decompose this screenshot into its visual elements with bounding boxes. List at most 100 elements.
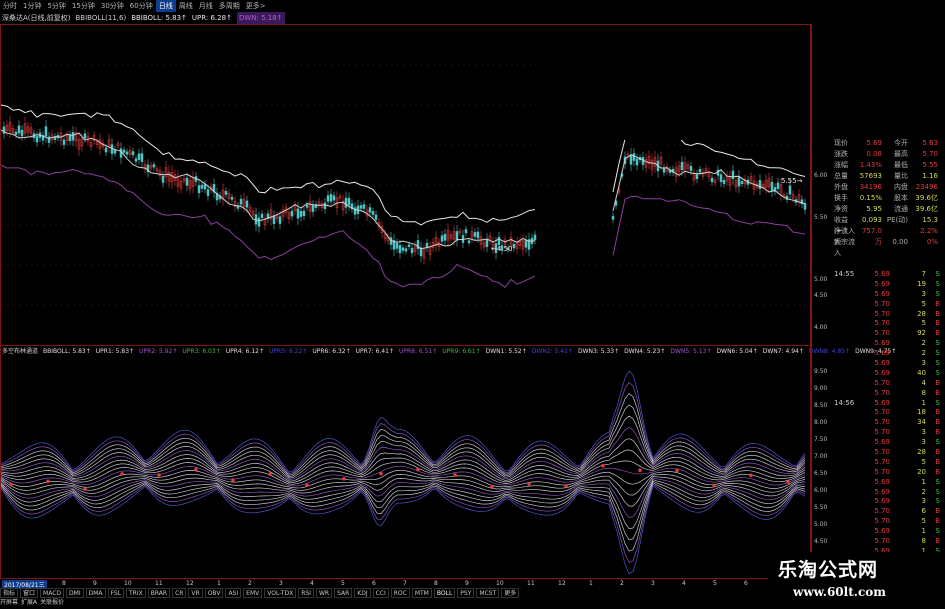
period-tab-9[interactable]: 多周期 bbox=[216, 0, 243, 12]
indicator-tab-rsi[interactable]: RSI bbox=[298, 588, 314, 598]
indicator-tab-mcst[interactable]: MCST bbox=[476, 588, 500, 598]
quote-k: 净资 bbox=[834, 205, 848, 213]
indicator-tab-roc[interactable]: ROC bbox=[390, 588, 410, 598]
tick-p: 5.69 bbox=[874, 527, 890, 536]
candle-body bbox=[698, 169, 702, 173]
tick-q: 18 bbox=[917, 408, 926, 417]
period-tab-1[interactable]: 1分钟 bbox=[20, 0, 44, 12]
indicator-tab-cr[interactable]: CR bbox=[172, 588, 187, 598]
candle-body bbox=[443, 233, 447, 241]
indicator-tab-asi[interactable]: ASI bbox=[225, 588, 242, 598]
candle-body bbox=[245, 200, 249, 208]
indicator-tab-obv[interactable]: OBV bbox=[204, 588, 224, 598]
quote-k2: 今开 bbox=[894, 139, 908, 147]
quote-v: 757.0万 bbox=[861, 227, 882, 246]
indicator-tab-emv[interactable]: EMV bbox=[243, 588, 263, 598]
candle-body bbox=[740, 181, 744, 184]
candle-body bbox=[362, 204, 366, 209]
tick-p: 5.69 bbox=[874, 349, 890, 358]
last-price-label: 5.55→ bbox=[781, 177, 803, 185]
candle-body bbox=[398, 245, 402, 254]
candle-body bbox=[203, 184, 207, 190]
candle-body bbox=[533, 234, 537, 241]
signal-marker bbox=[786, 480, 790, 484]
candle-body bbox=[353, 207, 357, 215]
period-tab-2[interactable]: 5分钟 bbox=[44, 0, 68, 12]
date-axis-label: 12 bbox=[186, 580, 194, 587]
quote-k2: 流通 bbox=[894, 205, 908, 213]
candle-body bbox=[329, 194, 333, 202]
period-tab-3[interactable]: 15分钟 bbox=[69, 0, 98, 12]
quote-v: 1.43% bbox=[859, 161, 882, 169]
indicator-tab-boll[interactable]: BOLL bbox=[433, 588, 456, 598]
indicator-tab-指标[interactable]: 指标 bbox=[0, 588, 19, 598]
tick-p: 5.70 bbox=[874, 388, 890, 397]
candle-body bbox=[512, 244, 516, 249]
chart-blank-area bbox=[537, 25, 811, 140]
tick-q: 3 bbox=[921, 497, 926, 506]
period-tab-8[interactable]: 月线 bbox=[196, 0, 216, 12]
indicator-tab-vol-tdx[interactable]: VOL-TDX bbox=[264, 588, 297, 598]
indicator-tab-窗口[interactable]: 窗口 bbox=[20, 588, 39, 598]
indicator-tab-kdj[interactable]: KDJ bbox=[354, 588, 371, 598]
candle-body bbox=[332, 195, 336, 201]
tick-t bbox=[834, 300, 862, 310]
tick-t bbox=[834, 389, 862, 399]
indicator-tab-dmi[interactable]: DMI bbox=[66, 588, 84, 598]
candle-body bbox=[473, 232, 477, 237]
period-tab-4[interactable]: 30分钟 bbox=[98, 0, 127, 12]
tick-q: 5 bbox=[921, 457, 926, 466]
period-tab-5[interactable]: 60分钟 bbox=[127, 0, 156, 12]
bottom-tab[interactable]: 关联报价 bbox=[40, 598, 64, 608]
indicator-tab-更多[interactable]: 更多 bbox=[501, 588, 520, 598]
tick-q: 5 bbox=[921, 299, 926, 308]
candle-body bbox=[239, 198, 243, 205]
signal-marker bbox=[120, 472, 124, 476]
indicator-tab-wr[interactable]: WR bbox=[315, 588, 333, 598]
quote-v: 5.69 bbox=[866, 139, 882, 147]
main-price-chart[interactable]: ←4.50 5.55→ bbox=[0, 24, 812, 346]
tick-q: 6 bbox=[921, 507, 926, 516]
candle-body bbox=[632, 153, 636, 161]
indicator-tab-sar[interactable]: SAR bbox=[334, 588, 353, 598]
period-tab-6[interactable]: 日线 bbox=[155, 0, 176, 12]
quote-v: 0.15% bbox=[859, 194, 882, 202]
candle-body bbox=[374, 214, 378, 220]
candle-body bbox=[161, 175, 165, 183]
period-tab-7[interactable]: 周线 bbox=[176, 0, 196, 12]
candle-body bbox=[440, 235, 444, 242]
tick-d: B bbox=[935, 517, 940, 526]
tick-row: 5.70 92 B bbox=[834, 329, 945, 339]
indicator-tab-fsl[interactable]: FSL bbox=[107, 588, 125, 598]
tick-p: 5.70 bbox=[874, 448, 890, 457]
candle-body bbox=[257, 217, 261, 227]
candle-body bbox=[200, 184, 204, 189]
tick-row: 5.69 2S bbox=[834, 349, 945, 359]
date-axis-label: 3 bbox=[651, 580, 655, 587]
indicator-tab-brar[interactable]: BRAR bbox=[147, 588, 171, 598]
indicator-tab-dma[interactable]: DMA bbox=[85, 588, 106, 598]
indicator-tab-mtm[interactable]: MTM bbox=[411, 588, 432, 598]
indicator-tab-vr[interactable]: VR bbox=[188, 588, 203, 598]
date-axis-label: 11 bbox=[155, 580, 163, 587]
tick-q: 28 bbox=[917, 448, 926, 457]
indicator-tab-psy[interactable]: PSY bbox=[457, 588, 475, 598]
quote-v bbox=[856, 237, 882, 248]
indicator-tab-cci[interactable]: CCI bbox=[372, 588, 389, 598]
indicator-tab-macd[interactable]: MACD bbox=[40, 588, 65, 598]
indicator-tab-trix[interactable]: TRIX bbox=[126, 588, 146, 598]
candle-body bbox=[776, 182, 780, 189]
period-tab-0[interactable]: 分时 bbox=[0, 0, 20, 12]
tick-q: 3 bbox=[921, 438, 926, 447]
period-tab-10[interactable]: 更多> bbox=[243, 0, 269, 12]
tick-p: 5.70 bbox=[874, 329, 890, 338]
upr-value: UPR: 6.28↑ bbox=[191, 14, 232, 22]
boll-channel-chart[interactable] bbox=[0, 345, 812, 579]
quote-v: 0.08 bbox=[866, 150, 882, 158]
tick-p: 5.69 bbox=[874, 279, 890, 288]
quote-v2: 5.55 bbox=[922, 161, 938, 169]
bottom-tab[interactable]: 开屏幕 bbox=[0, 598, 18, 608]
bottom-tab[interactable]: 扩展A bbox=[21, 598, 37, 608]
tick-d: S bbox=[935, 438, 940, 447]
candle-body bbox=[296, 208, 300, 219]
